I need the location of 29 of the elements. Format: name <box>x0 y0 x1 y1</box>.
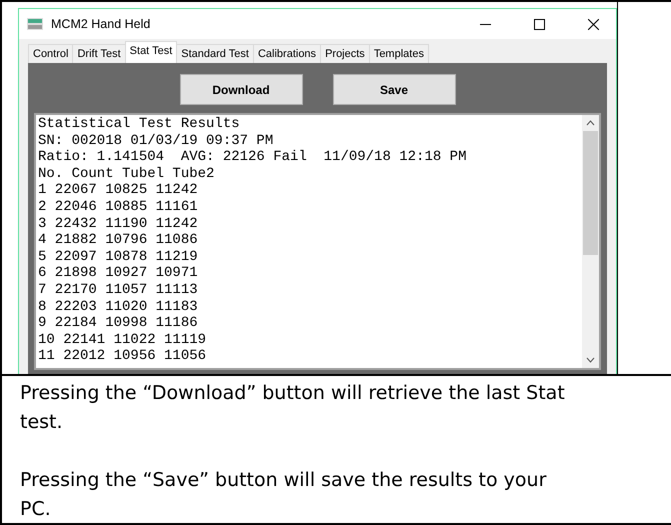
description-text: Pressing the “Save” button will save the results to your PC. <box>20 468 548 522</box>
result-line: 11 22012 10956 11056 <box>38 348 208 365</box>
window-title: MCM2 Hand Held <box>51 17 152 31</box>
result-line: 4 21882 10796 11086 <box>38 232 199 249</box>
maximize-icon <box>534 18 544 30</box>
result-line: 9 22184 10998 11186 <box>38 315 199 332</box>
result-line: 1 22067 10825 11242 <box>38 182 199 199</box>
download-button[interactable]: Download <box>180 74 302 105</box>
result-line: 5 22097 10878 11219 <box>38 248 199 266</box>
result-line: Statistical Test Results <box>38 116 241 133</box>
tab[interactable]: Stat Test <box>124 41 178 63</box>
result-line: SN: 002018 01/03/19 09:37 PM <box>38 132 274 150</box>
result-line: 10 22141 11022 11119 <box>38 332 208 348</box>
results-textbox[interactable] <box>34 113 601 370</box>
scrollbar[interactable] <box>582 115 599 368</box>
result-line: 6 21898 10927 10971 <box>38 265 199 282</box>
close-icon <box>588 18 598 30</box>
description-text: Pressing the “Download” button will retrieve the last Stat test. <box>20 381 566 435</box>
result-line: 8 22203 11020 11183 <box>38 298 199 316</box>
app-icon <box>27 18 43 30</box>
result-line: 7 22170 11057 11113 <box>38 282 199 299</box>
result-line: Ratio: 1.141504 AVG: 22126 Fail 11/09/18 12:18 PM <box>38 149 468 166</box>
result-line: 2 22046 10885 11161 <box>38 198 199 216</box>
result-line: 3 22432 11190 11242 <box>38 216 199 232</box>
scroll-thumb[interactable] <box>583 131 598 255</box>
tab[interactable]: Control <box>28 44 74 63</box>
result-line: No. Count Tubel Tube2 <box>38 166 216 182</box>
tab[interactable]: Templates <box>368 44 429 63</box>
save-button[interactable]: Save <box>332 74 456 105</box>
